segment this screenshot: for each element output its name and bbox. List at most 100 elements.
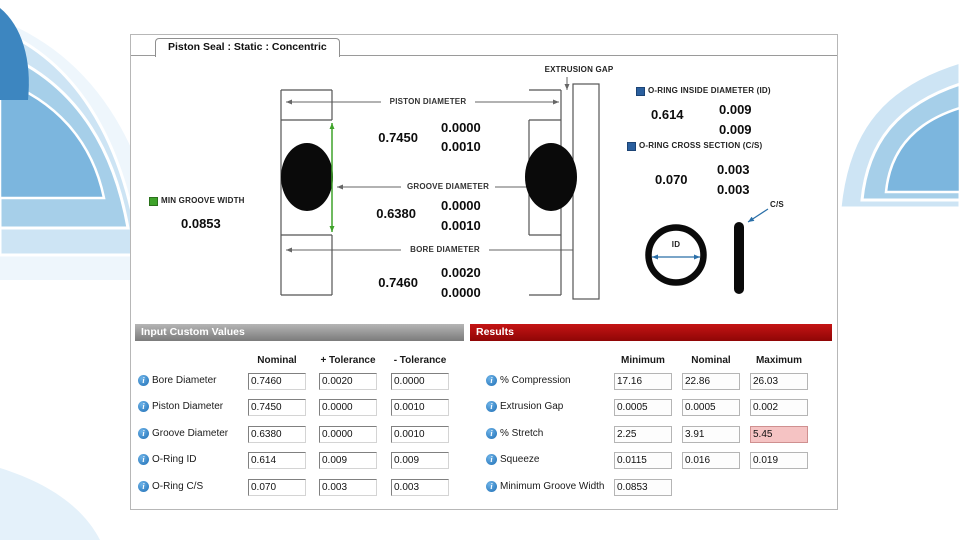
oring-id-label: O-RING INSIDE DIAMETER (ID) xyxy=(648,86,771,95)
tab-label: Piston Seal : Static : Concentric xyxy=(168,41,327,53)
compression-nominal-value: 22.86 xyxy=(682,373,740,390)
oring-side-view xyxy=(734,222,744,294)
input-row-label: Piston Diameter xyxy=(152,401,224,412)
bore-diameter-minus-tolerance: 0.0000 xyxy=(441,285,481,300)
input-row-label: O-Ring ID xyxy=(152,454,197,465)
groove-diameter-minus-tolerance: 0.0010 xyxy=(441,218,481,233)
oring-cs-nominal-input[interactable] xyxy=(248,479,306,496)
input-row-groove-diameter: i Groove Diameter xyxy=(135,426,464,443)
groove-diameter-plus-tolerance-input[interactable] xyxy=(319,426,377,443)
oring-cs-plus-tolerance: 0.003 xyxy=(717,162,750,177)
info-icon[interactable]: i xyxy=(486,401,497,412)
stretch-nominal-value: 3.91 xyxy=(682,426,740,443)
info-icon[interactable]: i xyxy=(138,401,149,412)
info-icon[interactable]: i xyxy=(138,428,149,439)
extrusion-gap-label: EXTRUSION GAP xyxy=(544,65,614,74)
results-col-maximum: Maximum xyxy=(755,355,803,366)
results-row-extrusion-gap: i Extrusion Gap 0.0005 0.0005 0.002 xyxy=(470,399,832,416)
results-col-minimum: Minimum xyxy=(621,355,665,366)
oring-cs-label: O-RING CROSS SECTION (C/S) xyxy=(639,141,763,150)
piston-diameter-plus-tolerance-input[interactable] xyxy=(319,399,377,416)
bore-diameter-label: BORE DIAMETER xyxy=(401,244,489,255)
piston-diameter-plus-tolerance: 0.0000 xyxy=(441,120,481,135)
bore-diameter-plus-tolerance: 0.0020 xyxy=(441,265,481,280)
oring-id-minus-tolerance-input[interactable] xyxy=(391,452,449,469)
slide-background: Piston Seal : Static : Concentric EXTRUS… xyxy=(0,0,960,540)
results-row-compression: i % Compression 17.16 22.86 26.03 xyxy=(470,373,832,390)
squeeze-maximum-value: 0.019 xyxy=(750,452,808,469)
input-custom-values-header: Input Custom Values xyxy=(135,324,464,341)
results-row-label: Squeeze xyxy=(500,454,540,465)
bore-diameter-plus-tolerance-input[interactable] xyxy=(319,373,377,390)
results-row-minimum-groove-width: i Minimum Groove Width 0.0853 xyxy=(470,479,832,496)
piston-diameter-minus-tolerance-input[interactable] xyxy=(391,399,449,416)
min-groove-width-legend-swatch xyxy=(149,197,158,206)
oring-id-nominal-input[interactable] xyxy=(248,452,306,469)
input-row-piston-diameter: i Piston Diameter xyxy=(135,399,464,416)
oring-id-plus-tolerance: 0.009 xyxy=(719,102,752,117)
min-groove-width-value: 0.0853 xyxy=(181,216,221,231)
info-icon[interactable]: i xyxy=(486,481,497,492)
oring-id-nominal: 0.614 xyxy=(651,107,684,122)
min-groove-width-label: MIN GROOVE WIDTH xyxy=(161,196,245,205)
cs-callout-arrow xyxy=(747,208,769,223)
bore-diameter-nominal-input[interactable] xyxy=(248,373,306,390)
groove-diameter-label: GROOVE DIAMETER xyxy=(401,181,495,192)
input-row-oring-id: i O-Ring ID xyxy=(135,452,464,469)
info-icon[interactable]: i xyxy=(486,454,497,465)
input-row-oring-cs: i O-Ring C/S xyxy=(135,479,464,496)
input-col-minus-tolerance: - Tolerance xyxy=(393,355,447,366)
input-col-plus-tolerance: + Tolerance xyxy=(320,355,376,366)
groove-diameter-nominal-input[interactable] xyxy=(248,426,306,443)
squeeze-nominal-value: 0.016 xyxy=(682,452,740,469)
minimum-groove-width-value: 0.0853 xyxy=(614,479,672,496)
bore-diameter-nominal: 0.7460 xyxy=(378,275,418,290)
oring-id-legend-swatch xyxy=(636,87,645,96)
piston-diameter-nominal: 0.7450 xyxy=(378,130,418,145)
results-row-label: Extrusion Gap xyxy=(500,401,564,412)
oring-front-view xyxy=(645,224,707,286)
cs-callout-label: C/S xyxy=(770,200,784,209)
input-row-label: Groove Diameter xyxy=(152,428,229,439)
seal-diagram xyxy=(280,77,769,300)
results-row-squeeze: i Squeeze 0.0115 0.016 0.019 xyxy=(470,452,832,469)
results-row-label: % Compression xyxy=(500,375,571,386)
info-icon[interactable]: i xyxy=(486,428,497,439)
results-row-stretch: i % Stretch 2.25 3.91 5.45 xyxy=(470,426,832,443)
oring-id-plus-tolerance-input[interactable] xyxy=(319,452,377,469)
piston-diameter-minus-tolerance: 0.0010 xyxy=(441,139,481,154)
results-row-label: % Stretch xyxy=(500,428,544,439)
oring-cross-section-right xyxy=(525,143,577,211)
oring-cs-legend-swatch xyxy=(627,142,636,151)
piston-diameter-label: PISTON DIAMETER xyxy=(381,96,475,107)
info-icon[interactable]: i xyxy=(138,481,149,492)
input-row-bore-diameter: i Bore Diameter xyxy=(135,373,464,390)
input-col-nominal: Nominal xyxy=(257,355,297,366)
groove-diameter-minus-tolerance-input[interactable] xyxy=(391,426,449,443)
extrusion-gap-maximum-value: 0.002 xyxy=(750,399,808,416)
results-row-label: Minimum Groove Width xyxy=(500,481,605,492)
oring-id-inner-label: ID xyxy=(671,240,681,249)
groove-diameter-plus-tolerance: 0.0000 xyxy=(441,198,481,213)
results-header: Results xyxy=(470,324,832,341)
oring-cs-minus-tolerance-input[interactable] xyxy=(391,479,449,496)
oring-cs-nominal: 0.070 xyxy=(655,172,688,187)
input-row-label: O-Ring C/S xyxy=(152,481,204,492)
squeeze-minimum-value: 0.0115 xyxy=(614,452,672,469)
info-icon[interactable]: i xyxy=(138,375,149,386)
tab-piston-seal-static-concentric[interactable]: Piston Seal : Static : Concentric xyxy=(155,38,340,57)
info-icon[interactable]: i xyxy=(486,375,497,386)
results-col-nominal: Nominal xyxy=(691,355,731,366)
info-icon[interactable]: i xyxy=(138,454,149,465)
extrusion-gap-nominal-value: 0.0005 xyxy=(682,399,740,416)
piston-diameter-nominal-input[interactable] xyxy=(248,399,306,416)
input-row-label: Bore Diameter xyxy=(152,375,217,386)
oring-cross-section-left xyxy=(281,143,333,211)
oring-id-minus-tolerance: 0.009 xyxy=(719,122,752,137)
extrusion-gap-minimum-value: 0.0005 xyxy=(614,399,672,416)
compression-minimum-value: 17.16 xyxy=(614,373,672,390)
oring-cs-minus-tolerance: 0.003 xyxy=(717,182,750,197)
bore-diameter-minus-tolerance-input[interactable] xyxy=(391,373,449,390)
stretch-minimum-value: 2.25 xyxy=(614,426,672,443)
oring-cs-plus-tolerance-input[interactable] xyxy=(319,479,377,496)
